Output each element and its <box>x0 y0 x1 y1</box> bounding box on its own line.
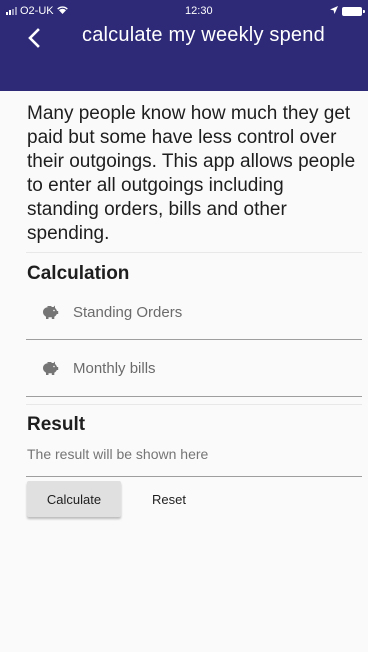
intro-text: Many people know how much they get paid … <box>27 103 356 244</box>
top-bar: O2-UK 12:30 calculate my weekly spend <box>0 0 368 91</box>
result-text: The result will be shown here <box>27 446 209 462</box>
wifi-icon <box>56 5 68 17</box>
list-item-standing-orders[interactable]: Standing Orders <box>27 285 362 339</box>
list-item-monthly-bills[interactable]: Monthly bills <box>27 340 362 396</box>
piggy-bank-icon <box>41 303 59 321</box>
chevron-left-icon <box>28 27 40 48</box>
back-button[interactable] <box>14 18 54 58</box>
signal-icon <box>6 7 17 15</box>
main-content: Many people know how much they get paid … <box>0 102 368 517</box>
carrier-label: O2-UK <box>20 5 54 17</box>
divider <box>26 396 362 397</box>
result-heading: Result <box>27 414 86 435</box>
list-item-label: Standing Orders <box>73 303 183 321</box>
status-left: O2-UK <box>6 5 68 17</box>
divider <box>26 476 362 477</box>
divider <box>26 404 362 405</box>
status-time: 12:30 <box>185 5 213 17</box>
calculation-heading: Calculation <box>27 263 130 284</box>
app-screen: O2-UK 12:30 calculate my weekly spend Ma… <box>0 0 368 652</box>
status-bar: O2-UK 12:30 <box>0 0 368 22</box>
battery-icon <box>342 6 365 16</box>
piggy-bank-icon <box>41 359 59 377</box>
page-title: calculate my weekly spend <box>82 24 325 46</box>
status-right <box>330 6 365 16</box>
location-arrow-icon <box>330 6 338 16</box>
action-buttons: Calculate Reset <box>27 481 362 517</box>
app-bar: calculate my weekly spend <box>0 22 368 91</box>
list-item-label: Monthly bills <box>73 359 156 377</box>
divider <box>26 252 362 253</box>
calculate-button[interactable]: Calculate <box>27 481 121 517</box>
reset-button[interactable]: Reset <box>129 481 209 517</box>
